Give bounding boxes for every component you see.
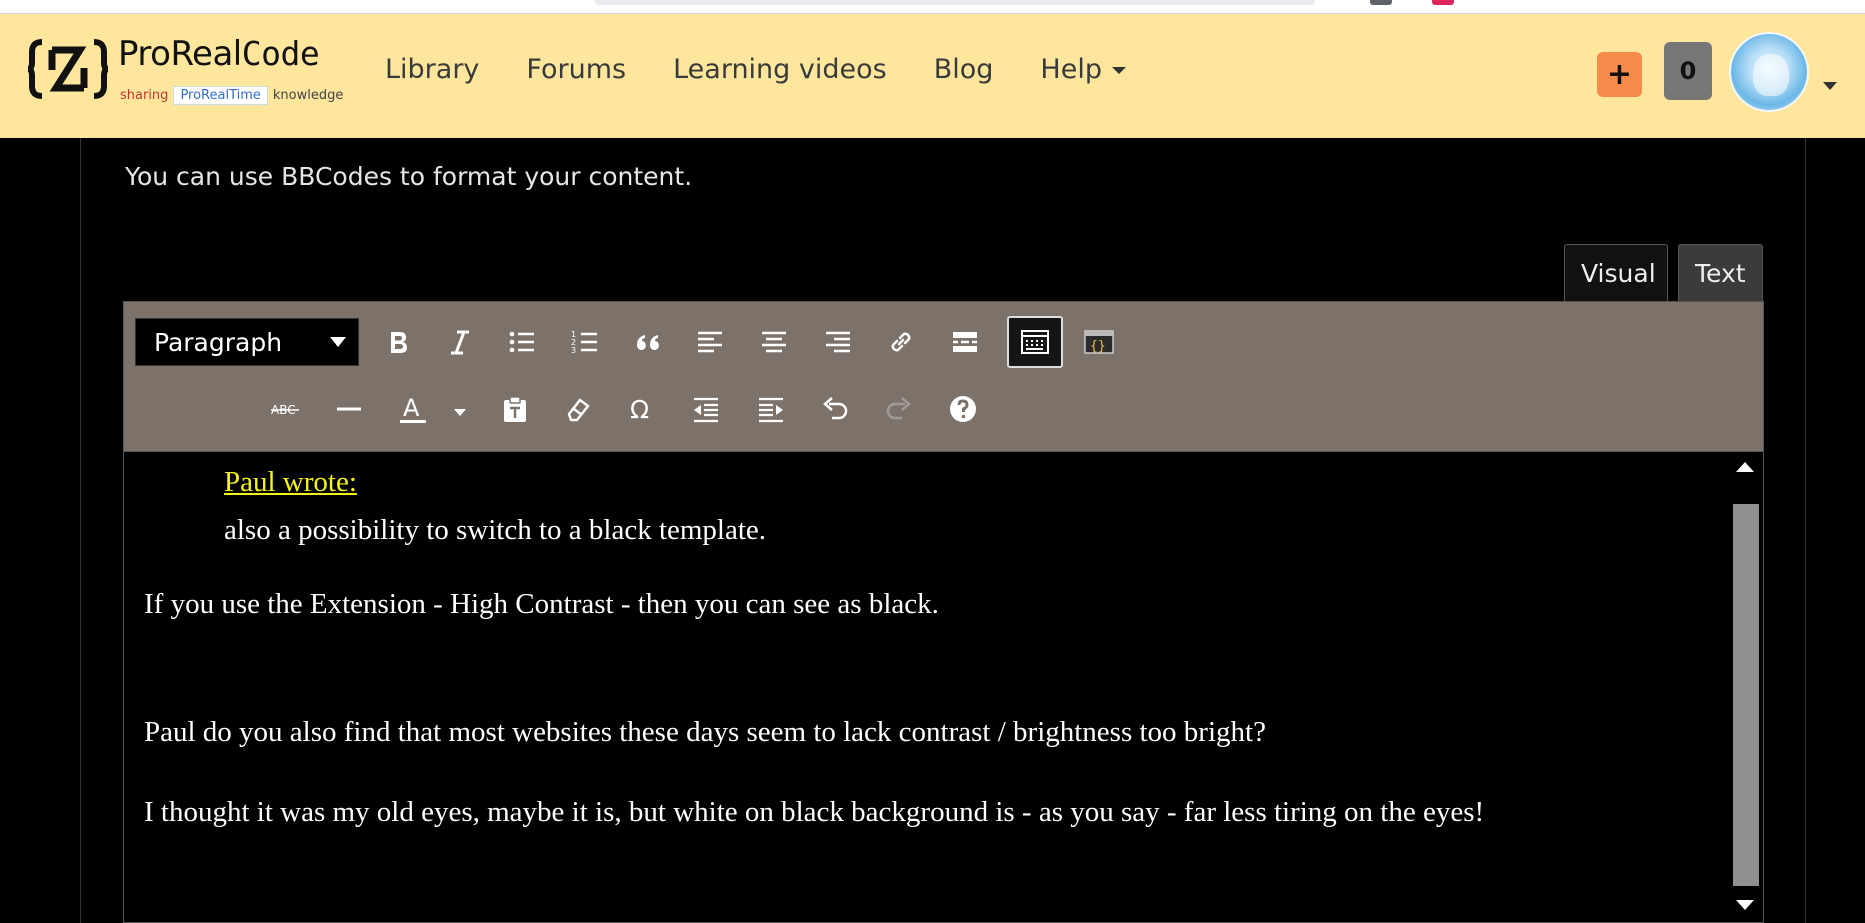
blockquote-icon[interactable] — [624, 319, 670, 365]
clear-formatting-icon[interactable] — [555, 386, 601, 432]
code-icon[interactable]: {} — [1076, 319, 1122, 365]
align-left-icon[interactable] — [687, 319, 733, 365]
outdent-icon[interactable] — [683, 386, 729, 432]
chevron-down-icon — [1111, 67, 1126, 74]
paragraph: If you use the Extension - High Contrast… — [144, 588, 939, 620]
tab-text[interactable]: Text — [1678, 244, 1763, 302]
editor-scrollbar[interactable] — [1729, 452, 1763, 922]
horizontal-line-icon[interactable] — [326, 386, 372, 432]
italic-icon[interactable] — [437, 319, 483, 365]
logo-mark-icon — [28, 39, 108, 99]
paragraph: Paul do you also find that most websites… — [144, 716, 1266, 748]
strikethrough-icon[interactable]: ABC — [262, 386, 308, 432]
browser-extension-icon[interactable] — [1432, 0, 1454, 5]
bbcode-hint: You can use BBCodes to format your conte… — [125, 162, 693, 191]
nav-blog[interactable]: Blog — [934, 54, 994, 85]
nav-help[interactable]: Help — [1040, 54, 1126, 85]
browser-strip — [0, 0, 1865, 14]
rich-text-editor: Paragraph 123 {} ABC A Ω Paul wrote: als… — [123, 301, 1764, 923]
paragraph: I thought it was my old eyes, maybe it i… — [144, 796, 1485, 828]
nav-library[interactable]: Library — [385, 54, 479, 85]
svg-text:A: A — [403, 394, 420, 422]
format-select[interactable]: Paragraph — [135, 318, 359, 366]
scroll-up-icon[interactable] — [1736, 462, 1754, 472]
quote-cite[interactable]: Paul wrote: — [224, 466, 357, 499]
align-center-icon[interactable] — [751, 319, 797, 365]
add-content-button[interactable]: + — [1597, 52, 1642, 97]
site-logo[interactable]: ProRealCode sharing ProRealTime knowledg… — [28, 32, 363, 112]
link-icon[interactable] — [878, 319, 924, 365]
nav-learning-videos[interactable]: Learning videos — [673, 54, 887, 85]
special-character-icon[interactable]: Ω — [619, 386, 665, 432]
numbered-list-icon[interactable]: 123 — [562, 319, 608, 365]
dropdown-arrow-icon — [330, 337, 346, 347]
browser-address-bar[interactable] — [595, 0, 1315, 5]
tab-visual[interactable]: Visual — [1564, 244, 1668, 302]
notification-badge[interactable]: 0 — [1664, 42, 1712, 100]
chevron-down-icon[interactable] — [1823, 82, 1837, 90]
main-nav: Library Forums Learning videos Blog Help — [385, 54, 1126, 85]
bullet-list-icon[interactable] — [499, 319, 545, 365]
nav-forums[interactable]: Forums — [526, 54, 626, 85]
text-color-dropdown[interactable] — [437, 392, 483, 432]
svg-text:Ω: Ω — [630, 395, 649, 424]
toolbar-toggle-icon[interactable] — [1007, 316, 1063, 368]
svg-text:3: 3 — [571, 346, 576, 355]
avatar[interactable] — [1729, 32, 1809, 112]
editor-content-area[interactable]: Paul wrote: also a possibility to switch… — [124, 452, 1725, 922]
logo-title: ProRealCode — [118, 34, 320, 74]
text-color-icon[interactable]: A — [390, 386, 436, 432]
editor-toolbar: Paragraph 123 {} ABC A Ω — [124, 302, 1763, 452]
read-more-icon[interactable] — [942, 319, 988, 365]
redo-icon[interactable] — [876, 386, 922, 432]
paste-text-icon[interactable] — [492, 386, 538, 432]
scrollbar-thumb[interactable] — [1733, 504, 1759, 886]
help-icon[interactable] — [940, 386, 986, 432]
site-header: ProRealCode sharing ProRealTime knowledg… — [0, 14, 1865, 138]
undo-icon[interactable] — [812, 386, 858, 432]
align-right-icon[interactable] — [815, 319, 861, 365]
svg-text:{}: {} — [1090, 339, 1106, 354]
logo-tagline: sharing ProRealTime knowledge — [120, 86, 344, 105]
scroll-down-icon[interactable] — [1736, 900, 1754, 910]
quote-body: also a possibility to switch to a black … — [224, 514, 767, 546]
indent-icon[interactable] — [748, 386, 794, 432]
bold-icon[interactable] — [375, 319, 421, 365]
browser-extension-icon[interactable] — [1370, 0, 1392, 5]
